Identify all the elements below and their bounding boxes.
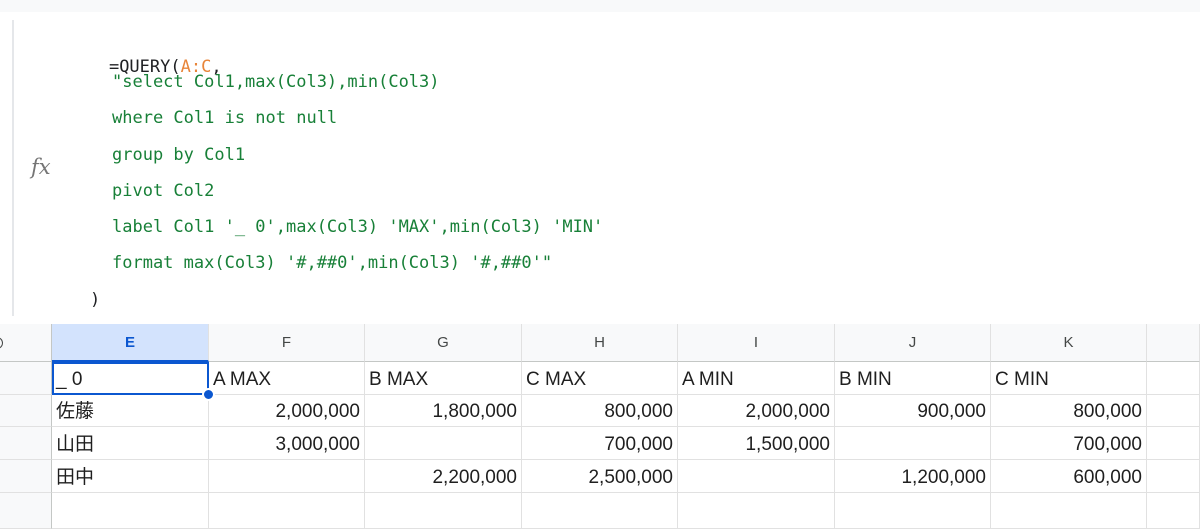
formula-line-8[interactable]: ): [90, 289, 100, 311]
table-cell[interactable]: 3,000,000: [209, 427, 365, 460]
table-cell[interactable]: [1147, 395, 1200, 427]
table-cell[interactable]: 2,000,000: [209, 395, 365, 427]
table-cell[interactable]: [1147, 362, 1200, 395]
table-cell[interactable]: [1147, 427, 1200, 460]
fill-handle[interactable]: [202, 388, 215, 401]
column-header-extra[interactable]: [1147, 324, 1200, 362]
table-cell[interactable]: C MAX: [522, 362, 678, 395]
row-header[interactable]: [0, 493, 52, 529]
table-cell[interactable]: 2,500,000: [522, 460, 678, 493]
table-cell[interactable]: [522, 493, 678, 529]
formula-bar-divider: [12, 20, 14, 316]
column-header-g[interactable]: G: [365, 324, 522, 362]
formula-line-4[interactable]: group by Col1: [112, 144, 245, 166]
table-cell[interactable]: [365, 427, 522, 460]
table-cell[interactable]: [365, 493, 522, 529]
table-cell[interactable]: [991, 493, 1147, 529]
top-strip: [0, 0, 1200, 12]
table-cell[interactable]: A MAX: [209, 362, 365, 395]
table-cell[interactable]: B MIN: [835, 362, 991, 395]
table-cell[interactable]: [678, 460, 835, 493]
table-cell[interactable]: [1147, 460, 1200, 493]
column-header-k[interactable]: K: [991, 324, 1147, 362]
table-cell[interactable]: B MAX: [365, 362, 522, 395]
table-cell[interactable]: 山田: [52, 427, 209, 460]
column-header-i[interactable]: I: [678, 324, 835, 362]
column-header-e[interactable]: E: [52, 324, 209, 362]
table-cell[interactable]: [678, 493, 835, 529]
row-header[interactable]: [0, 362, 52, 395]
table-cell[interactable]: 600,000: [991, 460, 1147, 493]
table-cell[interactable]: 佐藤: [52, 395, 209, 427]
table-cell[interactable]: 700,000: [991, 427, 1147, 460]
table-cell[interactable]: A MIN: [678, 362, 835, 395]
fx-icon: fx: [31, 155, 51, 179]
spreadsheet-grid[interactable]: E F G H I J K _ 0A MAX B MAX C MAX A MIN B MIN C MIN…: [0, 324, 1200, 529]
table-cell[interactable]: 2,000,000: [678, 395, 835, 427]
formula-line-2[interactable]: "select Col1,max(Col3),min(Col3): [112, 71, 440, 93]
table-cell[interactable]: [209, 493, 365, 529]
row-header[interactable]: [0, 427, 52, 460]
formula-line-7[interactable]: format max(Col3) '#,##0',min(Col3) '#,##…: [112, 252, 552, 274]
table-cell[interactable]: 1,200,000: [835, 460, 991, 493]
table-cell[interactable]: [209, 460, 365, 493]
table-cell[interactable]: [52, 493, 209, 529]
collapse-indicator-icon: [0, 337, 3, 349]
formula-line-3[interactable]: where Col1 is not null: [112, 107, 337, 129]
column-header-h[interactable]: H: [522, 324, 678, 362]
formula-line-6[interactable]: label Col1 '_ 0',max(Col3) 'MAX',min(Col…: [112, 216, 603, 238]
table-cell[interactable]: [835, 493, 991, 529]
table-cell[interactable]: 2,200,000: [365, 460, 522, 493]
table-cell[interactable]: 900,000: [835, 395, 991, 427]
formula-bar[interactable]: fx =QUERY(A:C, "select Col1,max(Col3),mi…: [0, 12, 1200, 322]
grid-corner[interactable]: [0, 324, 52, 362]
table-cell[interactable]: 800,000: [522, 395, 678, 427]
table-cell[interactable]: 1,800,000: [365, 395, 522, 427]
column-header-f[interactable]: F: [209, 324, 365, 362]
row-header[interactable]: [0, 395, 52, 427]
table-cell[interactable]: 田中: [52, 460, 209, 493]
table-cell[interactable]: 1,500,000: [678, 427, 835, 460]
row-header[interactable]: [0, 460, 52, 493]
formula-line-5[interactable]: pivot Col2: [112, 180, 214, 202]
table-cell[interactable]: 800,000: [991, 395, 1147, 427]
table-cell[interactable]: [835, 427, 991, 460]
column-header-j[interactable]: J: [835, 324, 991, 362]
table-cell[interactable]: [1147, 493, 1200, 529]
table-cell[interactable]: _ 0: [52, 362, 209, 395]
table-cell[interactable]: C MIN: [991, 362, 1147, 395]
table-cell[interactable]: 700,000: [522, 427, 678, 460]
